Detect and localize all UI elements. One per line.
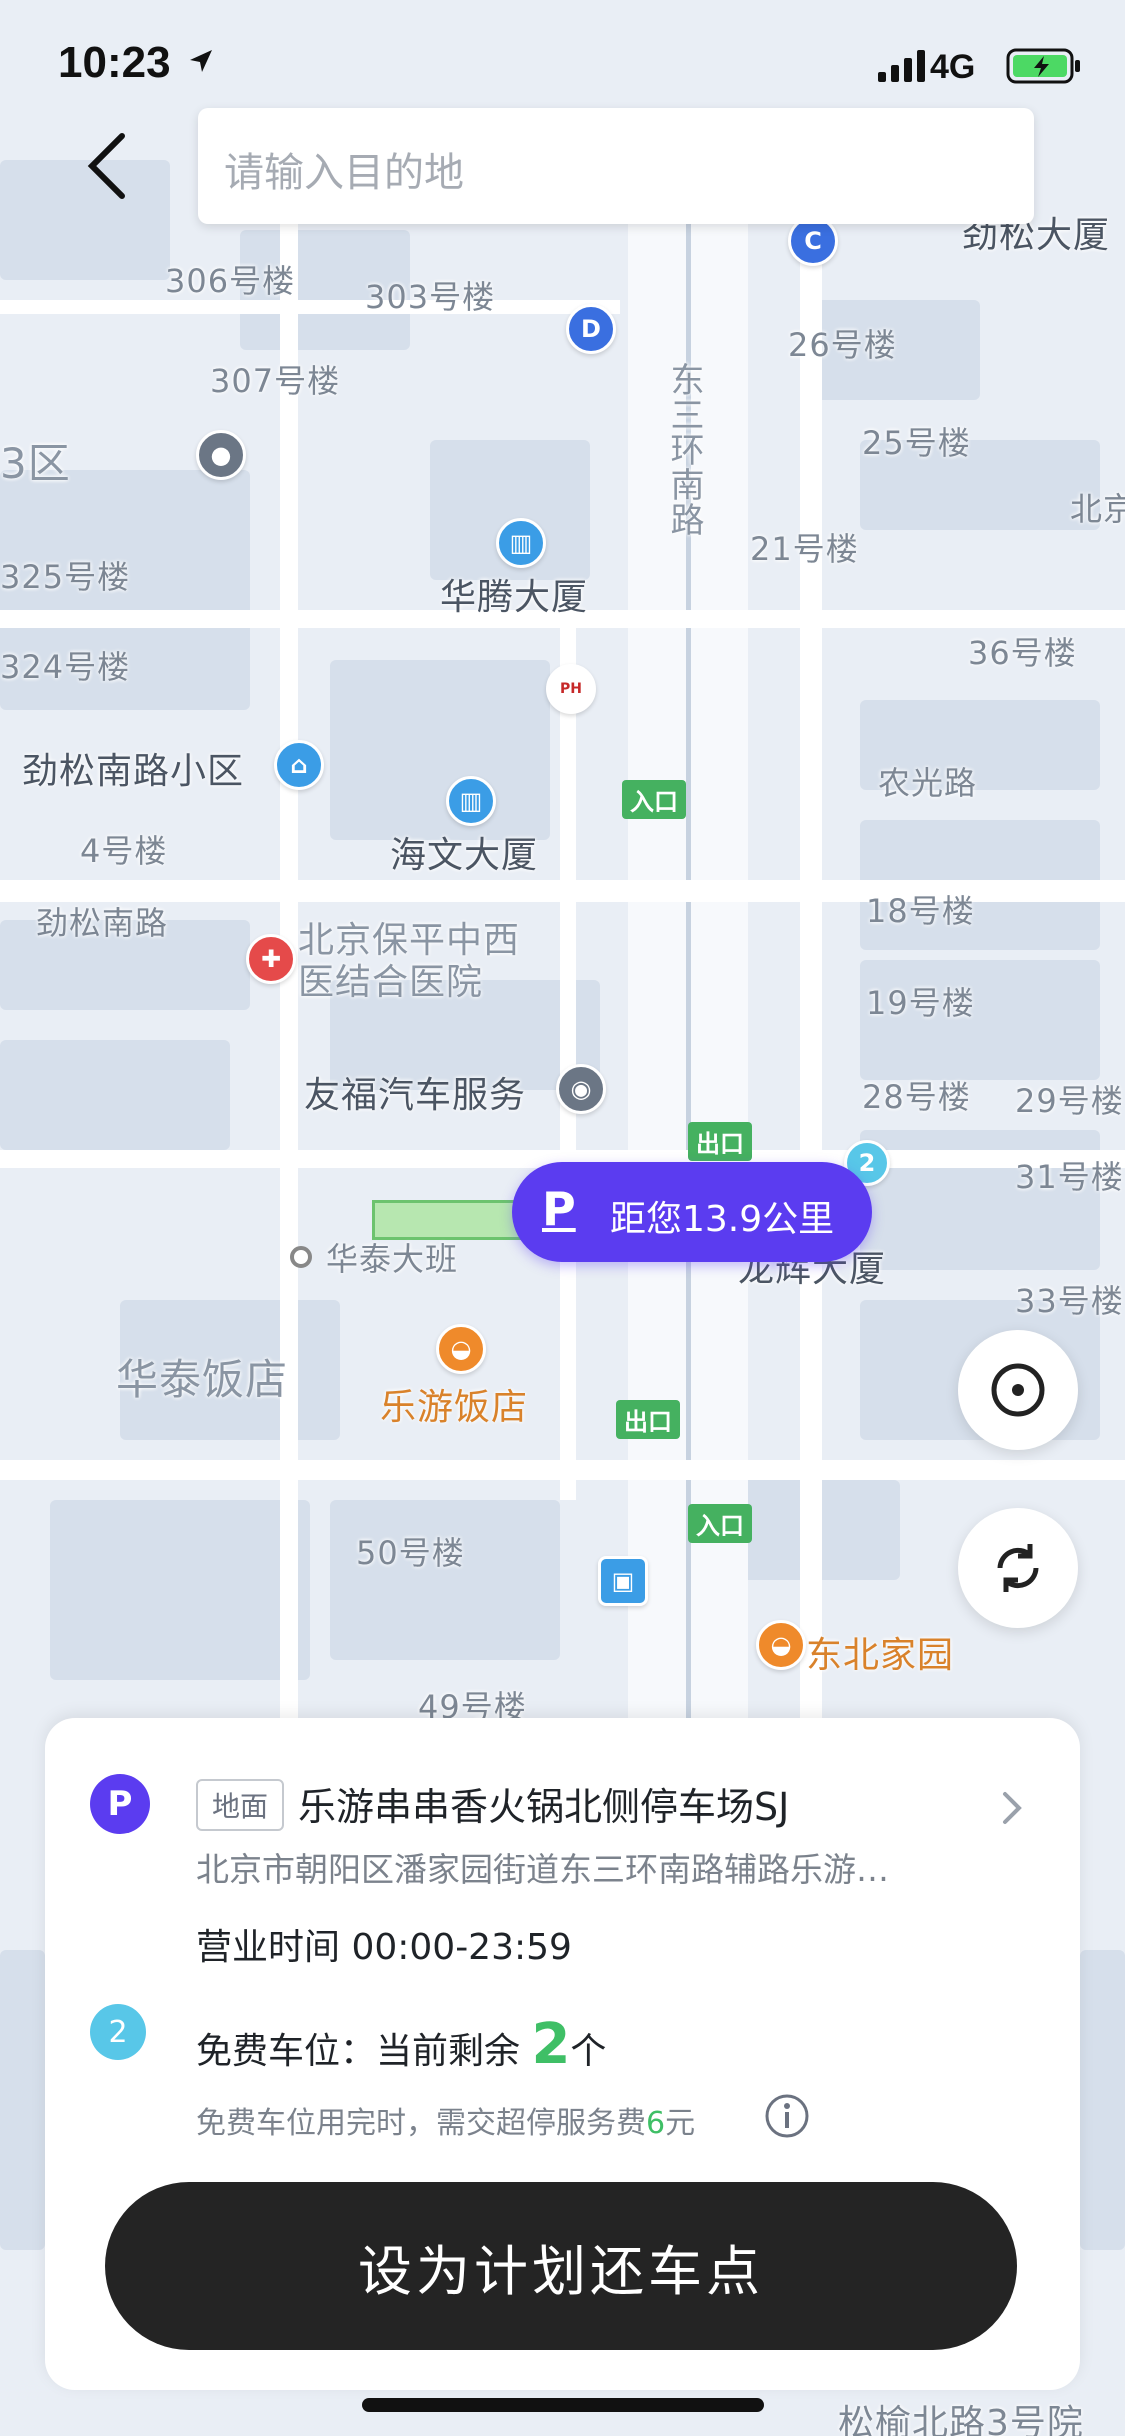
map-label: 18号楼 <box>866 892 975 930</box>
map-label: 海文大厦 <box>390 835 539 876</box>
map-label: 21号楼 <box>750 530 859 568</box>
entrance-marker: 入口 <box>622 780 686 819</box>
map-label: 东三环南路 <box>664 362 704 537</box>
exit-marker: 出口 <box>616 1400 680 1439</box>
map-block <box>0 1950 45 2250</box>
home-indicator[interactable] <box>362 2398 764 2412</box>
pizza-hut-icon[interactable]: PH <box>546 664 596 714</box>
free-spaces-text: 免费车位：当前剩余 2个 <box>196 2012 606 2077</box>
map-label: 4号楼 <box>80 832 168 870</box>
map-label: 松榆北路3号院 <box>838 2403 1084 2436</box>
map-label: 劲松南路 <box>36 904 169 942</box>
map-label: 农光路 <box>878 764 978 802</box>
free-spaces-prefix: 免费车位：当前剩余 <box>196 2031 532 2072</box>
signal-icon <box>878 50 925 82</box>
refresh-button[interactable] <box>958 1508 1078 1628</box>
road <box>800 160 822 1720</box>
fee-amount: 6 <box>646 2106 666 2141</box>
road <box>560 600 576 1500</box>
overtime-fee-note: 免费车位用完时，需交超停服务费6元 <box>196 2098 695 2142</box>
map-label: 北京 <box>1070 490 1125 528</box>
info-icon[interactable] <box>763 2092 811 2140</box>
lot-address: 北京市朝阳区潘家园街道东三环南路辅路乐游… <box>196 1850 889 1889</box>
road <box>0 300 620 314</box>
back-arrow-icon <box>87 133 125 199</box>
map-label: 303号楼 <box>365 278 496 316</box>
set-return-point-button[interactable]: 设为计划还车点 <box>105 2182 1017 2350</box>
search-placeholder: 请输入目的地 <box>224 150 464 196</box>
lot-type-badge: 地面 <box>196 1779 284 1831</box>
parking-detail-card[interactable]: P 地面 乐游串串香火锅北侧停车场SJ 北京市朝阳区潘家园街道东三环南路辅路乐游… <box>45 1718 1080 2390</box>
status-time: 10:23 <box>58 38 171 87</box>
parking-icon: P <box>90 1774 150 1834</box>
map-label: 306号楼 <box>165 262 296 300</box>
map-label: 19号楼 <box>866 984 975 1022</box>
refresh-icon <box>997 1544 1039 1592</box>
shop-icon[interactable]: ● <box>196 430 246 480</box>
map-label: 324号楼 <box>0 648 131 686</box>
residence-icon[interactable]: ⌂ <box>274 740 324 790</box>
free-spaces-badge: 2 <box>90 2004 146 2060</box>
exit-marker: 出口 <box>688 1122 752 1161</box>
locate-button[interactable] <box>958 1330 1078 1450</box>
map-block <box>330 660 550 840</box>
map-label: 华泰大班 <box>326 1240 459 1278</box>
free-spaces-count: 2 <box>531 2012 571 2077</box>
map-label: 28号楼 <box>862 1078 971 1116</box>
map-label: 36号楼 <box>968 634 1077 672</box>
restaurant-icon[interactable]: ◒ <box>756 1620 806 1670</box>
fee-suffix: 元 <box>665 2106 696 2141</box>
map-label: 友福汽车服务 <box>304 1075 527 1116</box>
back-button[interactable] <box>76 126 146 206</box>
map-label: 华泰饭店 <box>116 1355 289 1404</box>
metro-d-icon[interactable]: D <box>566 304 616 354</box>
opening-hours: 营业时间 00:00-23:59 <box>196 1927 572 1968</box>
chevron-right-icon[interactable] <box>997 1788 1027 1828</box>
map-label: 华腾大厦 <box>440 577 589 618</box>
network-type: 4G <box>930 48 976 86</box>
bus-stop-icon[interactable]: ▣ <box>598 1556 648 1606</box>
distance-text: 距您13.9公里 <box>610 1199 835 1240</box>
map-label: 劲松南路小区 <box>22 751 245 792</box>
destination-search-input[interactable]: 请输入目的地 <box>198 108 1034 224</box>
locate-icon <box>991 1363 1045 1417</box>
parking-icon: P <box>542 1182 576 1236</box>
hospital-icon[interactable]: ✚ <box>246 934 296 984</box>
map-label: 325号楼 <box>0 558 131 596</box>
map-block <box>50 1500 310 1680</box>
map-label: 307号楼 <box>210 362 341 400</box>
map-label: 北京保平中西医结合医院 <box>298 920 521 1003</box>
map-label: 乐游饭店 <box>380 1387 529 1428</box>
location-arrow-icon <box>190 50 212 72</box>
map-block <box>330 1500 560 1660</box>
map-label: 25号楼 <box>862 424 971 462</box>
map-label: 50号楼 <box>356 1534 465 1572</box>
restaurant-icon[interactable]: ◒ <box>436 1324 486 1374</box>
battery-icon <box>1006 48 1080 84</box>
map-block <box>1080 1950 1125 2250</box>
map-label: 26号楼 <box>788 326 897 364</box>
fee-prefix: 免费车位用完时，需交超停服务费 <box>196 2106 646 2141</box>
map-label: 3区 <box>0 439 71 488</box>
lot-name: 乐游串串香火锅北侧停车场SJ <box>298 1785 790 1829</box>
entrance-marker: 入口 <box>688 1504 752 1543</box>
car-service-icon[interactable]: ◉ <box>556 1064 606 1114</box>
map-label: 31号楼 <box>1015 1158 1124 1196</box>
map-block <box>0 1040 230 1150</box>
parking-distance-bubble[interactable]: P 距您13.9公里 <box>512 1162 872 1262</box>
map-label: 东北家园 <box>806 1635 955 1676</box>
building-icon[interactable]: ▥ <box>496 518 546 568</box>
map-label: 33号楼 <box>1015 1282 1124 1320</box>
building-icon[interactable]: ▥ <box>446 776 496 826</box>
free-spaces-suffix: 个 <box>570 2031 607 2072</box>
location-dot-icon <box>290 1246 312 1268</box>
map-label: 29号楼 <box>1015 1082 1124 1120</box>
